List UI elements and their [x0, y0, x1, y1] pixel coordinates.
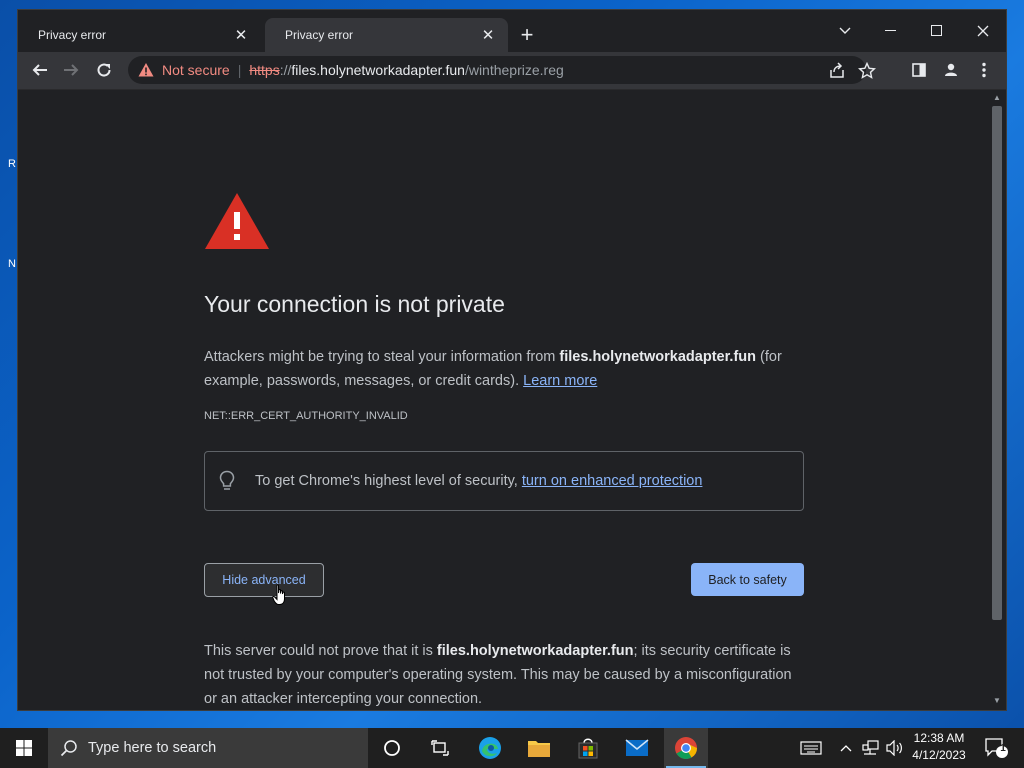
task-view-button[interactable] — [420, 728, 460, 768]
learn-more-link[interactable]: Learn more — [523, 373, 597, 389]
edge-icon — [479, 737, 501, 759]
danger-triangle-icon — [205, 193, 269, 249]
tab-title: Privacy error — [38, 28, 107, 42]
enhanced-protection-box: To get Chrome's highest level of securit… — [204, 451, 804, 511]
keyboard-button[interactable] — [796, 728, 826, 768]
hide-advanced-button[interactable]: Hide advanced — [204, 563, 324, 597]
keyboard-icon — [800, 741, 822, 755]
chrome-app-button[interactable] — [664, 728, 708, 768]
store-bag-icon — [578, 738, 598, 759]
enhanced-protection-text: To get Chrome's highest level of securit… — [255, 473, 518, 489]
notification-badge: 1 — [1000, 743, 1006, 754]
main-message: Attackers might be trying to steal your … — [204, 345, 804, 393]
arrow-right-icon — [64, 64, 79, 76]
minimize-icon — [885, 30, 896, 31]
taskbar: Type here to search 12:38 AM 4/12/2023 1 — [0, 728, 1024, 768]
tab-strip: Privacy error ✕ Privacy error ✕ + — [18, 10, 1006, 52]
forward-button[interactable] — [56, 55, 86, 85]
network-button[interactable] — [860, 728, 882, 768]
tab-search-button[interactable] — [822, 16, 868, 46]
mail-button[interactable] — [617, 728, 657, 768]
cortana-circle-icon — [384, 740, 400, 756]
folder-icon — [528, 741, 550, 757]
tray-overflow-button[interactable] — [836, 728, 856, 768]
browser-toolbar: Not secure | https://files.holynetworkad… — [18, 52, 1006, 90]
chevron-up-icon — [840, 745, 852, 752]
clock-time: 12:38 AM — [913, 731, 965, 745]
vertical-scrollbar[interactable]: ▲ ▼ — [988, 90, 1006, 710]
side-panel-button[interactable] — [904, 55, 934, 85]
clock-date: 4/12/2023 — [912, 748, 966, 762]
omnibox-separator: | — [237, 62, 242, 78]
details-host: files.holynetworkadapter.fun — [436, 643, 634, 659]
person-icon — [945, 63, 957, 76]
new-tab-button[interactable]: + — [516, 24, 538, 46]
site-host: files.holynetworkadapter.fun — [559, 349, 756, 365]
close-window-button[interactable] — [960, 16, 1006, 46]
not-secure-label[interactable]: Not secure — [162, 62, 230, 78]
start-button[interactable] — [0, 728, 48, 768]
browser-window: Privacy error ✕ Privacy error ✕ + Not se… — [18, 10, 1006, 710]
warning-icon[interactable] — [138, 62, 154, 78]
reload-button[interactable] — [89, 55, 119, 85]
task-view-icon — [431, 740, 449, 756]
enhanced-protection-link[interactable]: turn on enhanced protection — [522, 473, 703, 489]
windows-logo-icon — [16, 740, 32, 756]
hand-cursor-icon — [272, 584, 285, 605]
notification-center-button[interactable]: 1 — [978, 728, 1014, 768]
close-icon — [977, 25, 989, 37]
arrow-left-icon — [32, 64, 47, 76]
profile-button[interactable] — [936, 55, 966, 85]
interstitial-page: Your connection is not private Attackers… — [18, 90, 988, 710]
url-path: /wintheprize.reg — [464, 62, 564, 78]
volume-button[interactable] — [884, 728, 906, 768]
tab-close-icon[interactable]: ✕ — [233, 26, 249, 44]
minimize-button[interactable] — [868, 16, 914, 46]
url-scheme-separator: :// — [279, 62, 292, 78]
more-vert-icon — [982, 62, 986, 78]
details-message: This server could not prove that it is f… — [204, 639, 804, 710]
taskbar-search-box[interactable]: Type here to search — [48, 728, 368, 768]
lightbulb-icon — [219, 470, 235, 490]
share-icon[interactable] — [828, 62, 846, 80]
back-to-safety-button[interactable]: Back to safety — [691, 563, 804, 596]
main-message-text: Attackers might be trying to steal your … — [204, 349, 560, 365]
system-clock[interactable]: 12:38 AM 4/12/2023 — [906, 730, 972, 764]
menu-button[interactable] — [969, 55, 999, 85]
details-text: This server could not prove that it is — [204, 643, 437, 659]
url-host: files.holynetworkadapter.fun — [291, 62, 465, 78]
network-icon — [862, 740, 879, 755]
bookmark-star-icon[interactable] — [858, 62, 876, 80]
store-button[interactable] — [568, 728, 608, 768]
scroll-up-arrow-icon[interactable]: ▲ — [992, 93, 1002, 103]
maximize-button[interactable] — [914, 16, 960, 46]
mail-icon — [625, 739, 649, 756]
error-code[interactable]: NET::ERR_CERT_AUTHORITY_INVALID — [204, 410, 408, 422]
url-scheme: https — [249, 62, 280, 78]
maximize-icon — [931, 25, 942, 36]
cortana-button[interactable] — [372, 728, 412, 768]
desktop-icon-label: R — [8, 158, 16, 170]
search-placeholder: Type here to search — [88, 740, 217, 756]
scrollbar-thumb[interactable] — [992, 106, 1002, 620]
address-bar[interactable]: Not secure | https://files.holynetworkad… — [128, 56, 876, 84]
tab-close-icon[interactable]: ✕ — [480, 26, 496, 44]
chevron-down-icon — [839, 27, 851, 34]
tab-title: Privacy error — [285, 28, 354, 42]
scroll-down-arrow-icon[interactable]: ▼ — [992, 696, 1002, 706]
edge-app-button[interactable] — [470, 728, 510, 768]
tab-privacy-error-1[interactable]: Privacy error ✕ — [18, 18, 261, 52]
tab-privacy-error-2[interactable]: Privacy error ✕ — [265, 18, 508, 52]
file-explorer-button[interactable] — [519, 728, 559, 768]
desktop-icon-label: N — [8, 258, 16, 270]
back-button[interactable] — [25, 55, 55, 85]
reload-icon — [97, 63, 111, 77]
search-icon — [60, 740, 77, 757]
page-title: Your connection is not private — [204, 291, 505, 317]
chrome-icon — [675, 737, 697, 759]
speaker-icon — [886, 740, 902, 756]
side-panel-icon — [912, 63, 926, 77]
